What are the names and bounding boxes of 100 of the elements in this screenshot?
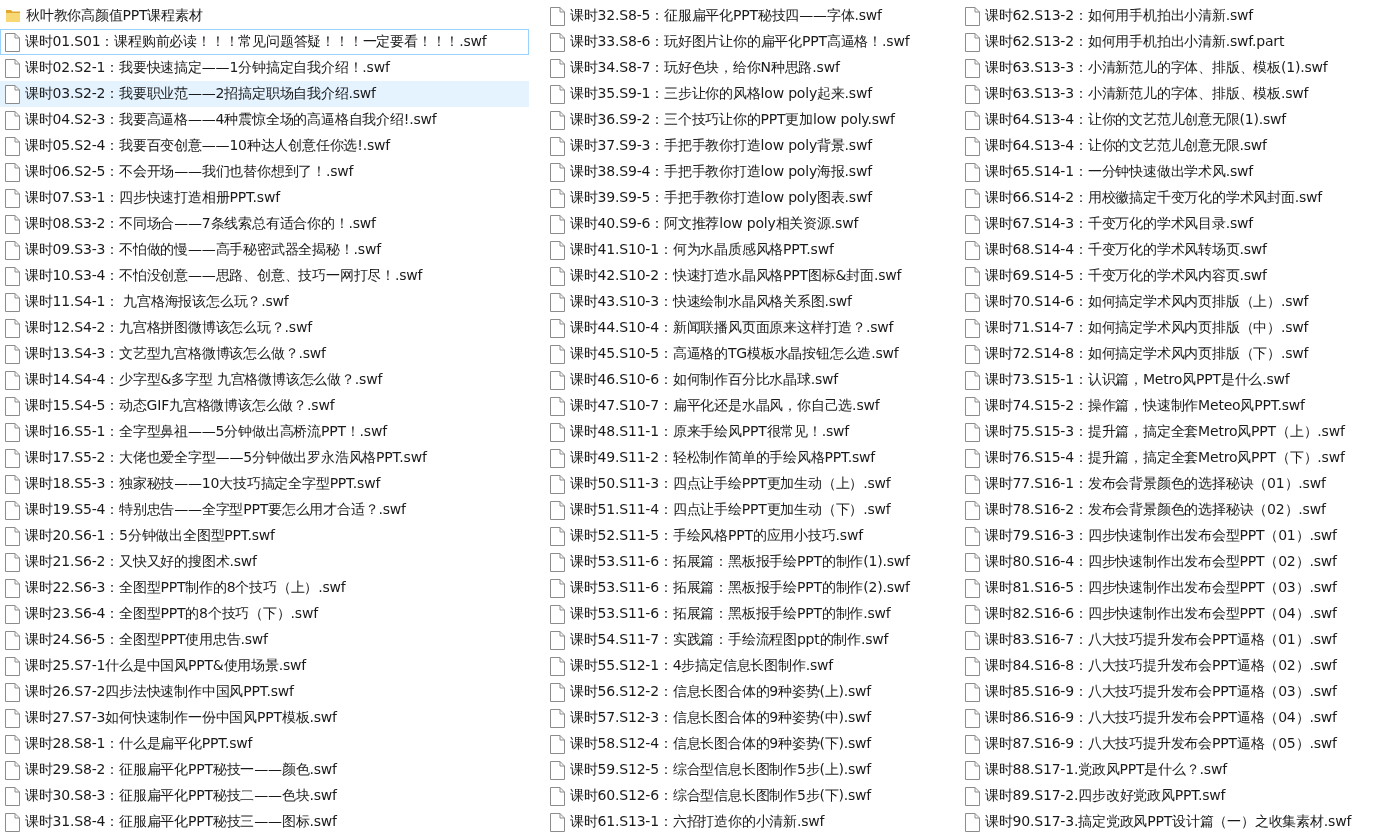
file-item[interactable]: 课时25.S7-1什么是中国风PPT&使用场景.swf (0, 653, 529, 679)
file-item[interactable]: 课时26.S7-2四步法快速制作中国风PPT.swf (0, 679, 529, 705)
file-item[interactable]: 课时72.S14-8：如何搞定学术风内页排版（下）.swf (960, 341, 1372, 367)
file-item[interactable]: 课时70.S14-6：如何搞定学术风内页排版（上）.swf (960, 289, 1372, 315)
folder-item[interactable]: 秋叶教你高颜值PPT课程素材 (0, 3, 529, 29)
file-item[interactable]: 课时14.S4-4：少字型&多字型 九宫格微博该怎么做？.swf (0, 367, 529, 393)
file-item[interactable]: 课时28.S8-1：什么是扁平化PPT.swf (0, 731, 529, 757)
file-item[interactable]: 课时89.S17-2.四步改好党政风PPT.swf (960, 783, 1372, 809)
file-item[interactable]: 课时01.S01：课程购前必读！！！常见问题答疑！！！一定要看！！！.swf (0, 29, 529, 55)
file-item[interactable]: 课时34.S8-7：玩好色块，给你N种思路.swf (545, 55, 944, 81)
file-item[interactable]: 课时66.S14-2：用校徽搞定千变万化的学术风封面.swf (960, 185, 1372, 211)
file-item[interactable]: 课时63.S13-3：小清新范儿的字体、排版、模板(1).swf (960, 55, 1372, 81)
file-item[interactable]: 课时54.S11-7：实践篇：手绘流程图ppt的制作.swf (545, 627, 944, 653)
file-item[interactable]: 课时41.S10-1：何为水晶质感风格PPT.swf (545, 237, 944, 263)
file-item[interactable]: 课时18.S5-3：独家秘技——10大技巧搞定全字型PPT.swf (0, 471, 529, 497)
file-item[interactable]: 课时38.S9-4：手把手教你打造low poly海报.swf (545, 159, 944, 185)
file-item[interactable]: 课时63.S13-3：小清新范儿的字体、排版、模板.swf (960, 81, 1372, 107)
file-item[interactable]: 课时13.S4-3：文艺型九宫格微博该怎么做？.swf (0, 341, 529, 367)
file-item[interactable]: 课时76.S15-4：提升篇，搞定全套Metro风PPT（下）.swf (960, 445, 1372, 471)
file-item[interactable]: 课时11.S4-1： 九宫格海报该怎么玩？.swf (0, 289, 529, 315)
file-item[interactable]: 课时71.S14-7：如何搞定学术风内页排版（中）.swf (960, 315, 1372, 341)
file-item[interactable]: 课时80.S16-4：四步快速制作出发布会型PPT（02）.swf (960, 549, 1372, 575)
file-item[interactable]: 课时59.S12-5：综合型信息长图制作5步(上).swf (545, 757, 944, 783)
file-item[interactable]: 课时86.S16-9：八大技巧提升发布会PPT逼格（04）.swf (960, 705, 1372, 731)
file-item[interactable]: 课时04.S2-3：我要高逼格——4种震惊全场的高逼格自我介绍!.swf (0, 107, 529, 133)
file-item[interactable]: 课时52.S11-5：手绘风格PPT的应用小技巧.swf (545, 523, 944, 549)
file-item[interactable]: 课时23.S6-4：全图型PPT的8个技巧（下）.swf (0, 601, 529, 627)
file-item[interactable]: 课时32.S8-5：征服扁平化PPT秘技四——字体.swf (545, 3, 944, 29)
file-icon (550, 734, 565, 754)
file-item[interactable]: 课时64.S13-4：让你的文艺范儿创意无限(1).swf (960, 107, 1372, 133)
file-item[interactable]: 课时07.S3-1：四步快速打造相册PPT.swf (0, 185, 529, 211)
file-item[interactable]: 课时17.S5-2：大佬也爱全字型——5分钟做出罗永浩风格PPT.swf (0, 445, 529, 471)
file-item[interactable]: 课时40.S9-6：阿文推荐low poly相关资源.swf (545, 211, 944, 237)
file-item[interactable]: 课时62.S13-2：如何用手机拍出小清新.swf.part (960, 29, 1372, 55)
file-item[interactable]: 课时75.S15-3：提升篇，搞定全套Metro风PPT（上）.swf (960, 419, 1372, 445)
file-item[interactable]: 课时03.S2-2：我要职业范——2招搞定职场自我介绍.swf (0, 81, 529, 107)
file-item[interactable]: 课时16.S5-1：全字型鼻祖——5分钟做出高桥流PPT！.swf (0, 419, 529, 445)
file-item[interactable]: 课时09.S3-3：不怕做的慢——高手秘密武器全揭秘！.swf (0, 237, 529, 263)
file-item[interactable]: 课时46.S10-6：如何制作百分比水晶球.swf (545, 367, 944, 393)
file-item[interactable]: 课时83.S16-7：八大技巧提升发布会PPT逼格（01）.swf (960, 627, 1372, 653)
file-icon (965, 266, 980, 286)
file-item[interactable]: 课时36.S9-2：三个技巧让你的PPT更加low poly.swf (545, 107, 944, 133)
file-item[interactable]: 课时21.S6-2：又快又好的搜图术.swf (0, 549, 529, 575)
file-item[interactable]: 课时06.S2-5：不会开场——我们也替你想到了！.swf (0, 159, 529, 185)
file-item[interactable]: 课时84.S16-8：八大技巧提升发布会PPT逼格（02）.swf (960, 653, 1372, 679)
file-item[interactable]: 课时77.S16-1：发布会背景颜色的选择秘诀（01）.swf (960, 471, 1372, 497)
file-item[interactable]: 课时12.S4-2：九宫格拼图微博该怎么玩？.swf (0, 315, 529, 341)
file-item[interactable]: 课时68.S14-4：千变万化的学术风转场页.swf (960, 237, 1372, 263)
file-item[interactable]: 课时37.S9-3：手把手教你打造low poly背景.swf (545, 133, 944, 159)
file-item[interactable]: 课时45.S10-5：高逼格的TG模板水晶按钮怎么造.swf (545, 341, 944, 367)
file-item[interactable]: 课时78.S16-2：发布会背景颜色的选择秘诀（02）.swf (960, 497, 1372, 523)
file-item[interactable]: 课时90.S17-3.搞定党政风PPT设计篇（一）之收集素材.swf (960, 809, 1372, 834)
file-item[interactable]: 课时30.S8-3：征服扁平化PPT秘技二——色块.swf (0, 783, 529, 809)
file-item[interactable]: 课时39.S9-5：手把手教你打造low poly图表.swf (545, 185, 944, 211)
file-item[interactable]: 课时19.S5-4：特别忠告——全字型PPT要怎么用才合适？.swf (0, 497, 529, 523)
file-icon (965, 604, 980, 624)
file-item[interactable]: 课时20.S6-1：5分钟做出全图型PPT.swf (0, 523, 529, 549)
file-item[interactable]: 课时10.S3-4：不怕没创意——思路、创意、技巧一网打尽！.swf (0, 263, 529, 289)
file-item[interactable]: 课时79.S16-3：四步快速制作出发布会型PPT（01）.swf (960, 523, 1372, 549)
file-item[interactable]: 课时74.S15-2：操作篇，快速制作Meteo风PPT.swf (960, 393, 1372, 419)
file-item[interactable]: 课时51.S11-4：四点让手绘PPT更加生动（下）.swf (545, 497, 944, 523)
file-item[interactable]: 课时47.S10-7：扁平化还是水晶风，你自己选.swf (545, 393, 944, 419)
file-item[interactable]: 课时02.S2-1：我要快速搞定——1分钟搞定自我介绍！.swf (0, 55, 529, 81)
file-item[interactable]: 课时08.S3-2：不同场合——7条线索总有适合你的！.swf (0, 211, 529, 237)
file-item[interactable]: 课时53.S11-6：拓展篇：黑板报手绘PPT的制作(2).swf (545, 575, 944, 601)
file-item[interactable]: 课时29.S8-2：征服扁平化PPT秘技一——颜色.swf (0, 757, 529, 783)
file-item[interactable]: 课时22.S6-3：全图型PPT制作的8个技巧（上）.swf (0, 575, 529, 601)
file-item[interactable]: 课时88.S17-1.党政风PPT是什么？.swf (960, 757, 1372, 783)
file-item[interactable]: 课时42.S10-2：快速打造水晶风格PPT图标&封面.swf (545, 263, 944, 289)
file-item[interactable]: 课时24.S6-5：全图型PPT使用忠告.swf (0, 627, 529, 653)
file-item[interactable]: 课时05.S2-4：我要百变创意——10种达人创意任你选!.swf (0, 133, 529, 159)
file-item[interactable]: 课时31.S8-4：征服扁平化PPT秘技三——图标.swf (0, 809, 529, 834)
file-item[interactable]: 课时35.S9-1：三步让你的风格low poly起来.swf (545, 81, 944, 107)
file-item[interactable]: 课时65.S14-1：一分钟快速做出学术风.swf (960, 159, 1372, 185)
file-icon (5, 682, 20, 702)
file-item[interactable]: 课时81.S16-5：四步快速制作出发布会型PPT（03）.swf (960, 575, 1372, 601)
file-item[interactable]: 课时82.S16-6：四步快速制作出发布会型PPT（04）.swf (960, 601, 1372, 627)
file-item[interactable]: 课时15.S4-5：动态GIF九宫格微博该怎么做？.swf (0, 393, 529, 419)
file-item[interactable]: 课时44.S10-4：新闻联播风页面原来这样打造？.swf (545, 315, 944, 341)
file-item[interactable]: 课时55.S12-1：4步搞定信息长图制作.swf (545, 653, 944, 679)
file-item[interactable]: 课时33.S8-6：玩好图片让你的扁平化PPT高逼格！.swf (545, 29, 944, 55)
file-item[interactable]: 课时57.S12-3：信息长图合体的9种姿势(中).swf (545, 705, 944, 731)
file-item[interactable]: 课时61.S13-1：六招打造你的小清新.swf (545, 809, 944, 834)
file-item[interactable]: 课时58.S12-4：信息长图合体的9种姿势(下).swf (545, 731, 944, 757)
file-item[interactable]: 课时62.S13-2：如何用手机拍出小清新.swf (960, 3, 1372, 29)
file-item[interactable]: 课时60.S12-6：综合型信息长图制作5步(下).swf (545, 783, 944, 809)
file-item[interactable]: 课时27.S7-3如何快速制作一份中国风PPT模板.swf (0, 705, 529, 731)
file-item[interactable]: 课时50.S11-3：四点让手绘PPT更加生动（上）.swf (545, 471, 944, 497)
file-item[interactable]: 课时69.S14-5：千变万化的学术风内容页.swf (960, 263, 1372, 289)
file-item[interactable]: 课时48.S11-1：原来手绘风PPT很常见！.swf (545, 419, 944, 445)
file-item[interactable]: 课时49.S11-2：轻松制作简单的手绘风格PPT.swf (545, 445, 944, 471)
file-item[interactable]: 课时53.S11-6：拓展篇：黑板报手绘PPT的制作.swf (545, 601, 944, 627)
file-item[interactable]: 课时85.S16-9：八大技巧提升发布会PPT逼格（03）.swf (960, 679, 1372, 705)
file-item[interactable]: 课时73.S15-1：认识篇，Metro风PPT是什么.swf (960, 367, 1372, 393)
file-item[interactable]: 课时43.S10-3：快速绘制水晶风格关系图.swf (545, 289, 944, 315)
file-item[interactable]: 课时87.S16-9：八大技巧提升发布会PPT逼格（05）.swf (960, 731, 1372, 757)
file-item[interactable]: 课时64.S13-4：让你的文艺范儿创意无限.swf (960, 133, 1372, 159)
file-item[interactable]: 课时53.S11-6：拓展篇：黑板报手绘PPT的制作(1).swf (545, 549, 944, 575)
file-item[interactable]: 课时56.S12-2：信息长图合体的9种姿势(上).swf (545, 679, 944, 705)
file-item[interactable]: 课时67.S14-3：千变万化的学术风目录.swf (960, 211, 1372, 237)
